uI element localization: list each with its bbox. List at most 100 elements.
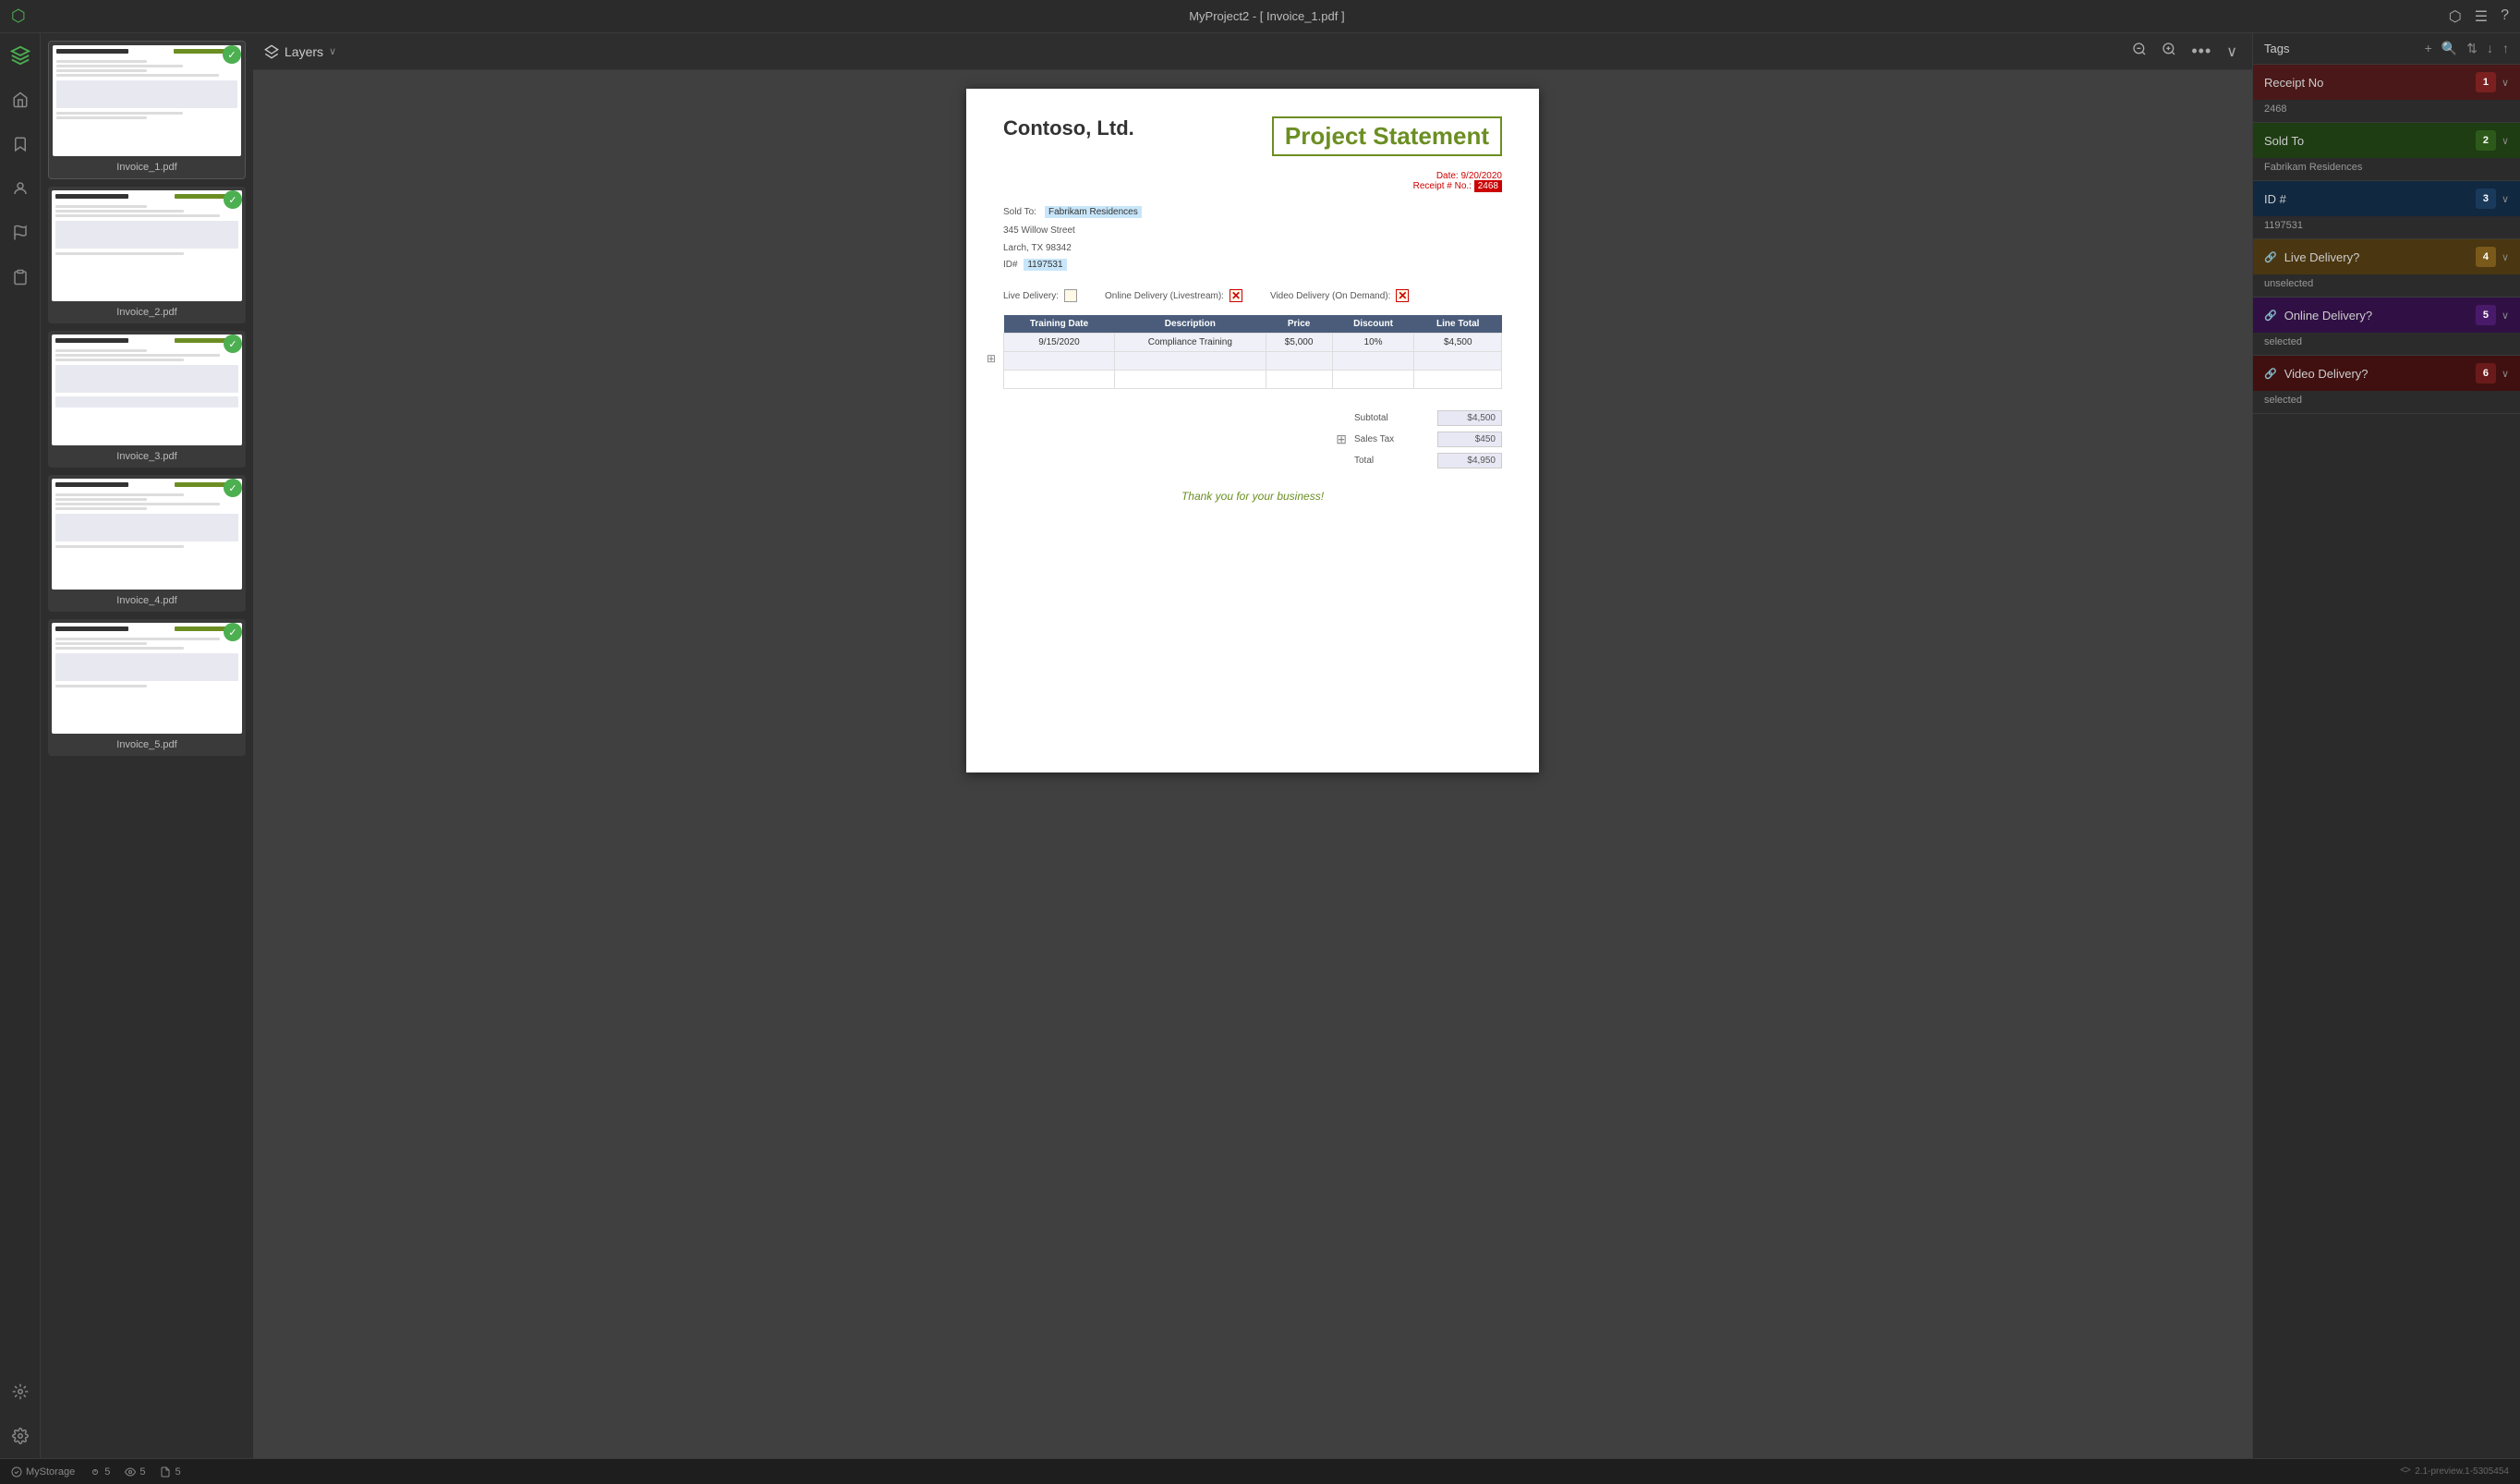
sold-to-section: Sold To: Fabrikam Residences 345 Willow … bbox=[1003, 206, 1502, 271]
thumbnail-label: Invoice_5.pdf bbox=[52, 737, 242, 752]
invoice-meta: Date: 9/20/2020 Receipt # No.: 2468 bbox=[1003, 171, 1502, 191]
tag-row-sold-to[interactable]: Sold To 2 ∨ bbox=[2253, 123, 2520, 158]
cell-discount: 10% bbox=[1332, 334, 1414, 352]
count1-value: 5 bbox=[104, 1466, 110, 1478]
help-icon[interactable]: ? bbox=[2501, 7, 2509, 26]
badge-icon: ✓ bbox=[224, 623, 242, 641]
receipt-tag-value: 2468 bbox=[2253, 100, 2520, 122]
video-delivery-checkbox[interactable]: ✕ bbox=[1396, 289, 1409, 302]
toolbar: Layers ∨ ••• ∨ bbox=[253, 33, 2252, 70]
count1-item: 5 bbox=[90, 1466, 110, 1478]
table-row bbox=[1004, 371, 1502, 389]
download-tag-icon[interactable]: ↓ bbox=[2487, 41, 2493, 56]
tag-item-sold-to: Sold To 2 ∨ Fabrikam Residences bbox=[2253, 123, 2520, 181]
live-tag-value: unselected bbox=[2253, 274, 2520, 297]
soldto-tag-chevron-icon[interactable]: ∨ bbox=[2502, 135, 2509, 147]
count2-value: 5 bbox=[139, 1466, 145, 1478]
more-options-button[interactable]: ••• bbox=[2187, 38, 2215, 65]
soldto-tag-label: Sold To bbox=[2264, 134, 2304, 148]
online-tag-chevron-icon[interactable]: ∨ bbox=[2502, 310, 2509, 322]
video-tag-chevron-icon[interactable]: ∨ bbox=[2502, 368, 2509, 380]
totals-icon: ⊞ bbox=[1336, 432, 1347, 447]
add-tag-icon[interactable]: + bbox=[2425, 41, 2432, 56]
sales-tax-row: Sales Tax $450 bbox=[1354, 429, 1502, 450]
window-title: MyProject2 - [ Invoice_1.pdf ] bbox=[85, 9, 2449, 23]
search-tag-icon[interactable]: 🔍 bbox=[2441, 41, 2457, 56]
cell-date: 9/15/2020 bbox=[1004, 334, 1115, 352]
live-link-icon: 🔗 bbox=[2264, 251, 2277, 263]
tag-item-online: 🔗 Online Delivery? 5 ∨ selected bbox=[2253, 298, 2520, 356]
thumbnail-item[interactable]: ✓ Invoice_5.pdf bbox=[48, 619, 246, 756]
col-header-line-total: Line Total bbox=[1414, 315, 1502, 334]
share-icon[interactable]: ⬡ bbox=[2449, 7, 2462, 26]
video-delivery-item: Video Delivery (On Demand): ✕ bbox=[1270, 289, 1409, 302]
thumbnail-item[interactable]: ✓ Invoice_2.pdf bbox=[48, 187, 246, 323]
col-header-description: Description bbox=[1115, 315, 1266, 334]
version-text: 2.1-preview.1-5305454 bbox=[2415, 1466, 2509, 1477]
layout-icon[interactable]: ☰ bbox=[2475, 7, 2488, 26]
tag-number-id: 3 bbox=[2476, 189, 2496, 209]
tag-item-id: ID # 3 ∨ 1197531 bbox=[2253, 181, 2520, 239]
tag-row-video[interactable]: 🔗 Video Delivery? 6 ∨ bbox=[2253, 356, 2520, 391]
cell-description: Compliance Training bbox=[1115, 334, 1266, 352]
tag-row-live[interactable]: 🔗 Live Delivery? 4 ∨ bbox=[2253, 239, 2520, 274]
id-value: 1197531 bbox=[1024, 259, 1066, 271]
online-tag-label: Online Delivery? bbox=[2284, 309, 2372, 322]
badge-icon: ✓ bbox=[224, 479, 242, 497]
thumbnail-item[interactable]: ✓ Invoice_4.pdf bbox=[48, 475, 246, 612]
online-link-icon: 🔗 bbox=[2264, 310, 2277, 322]
panel-toggle-button[interactable]: ∨ bbox=[2223, 39, 2241, 65]
thumbnail-item[interactable]: ✓ Invoice_1.pdf bbox=[48, 41, 246, 179]
table-row: 9/15/2020 Compliance Training $5,000 10%… bbox=[1004, 334, 1502, 352]
version-item: 2.1-preview.1-5305454 bbox=[2400, 1466, 2509, 1478]
top-bar: ⬡ MyProject2 - [ Invoice_1.pdf ] ⬡ ☰ ? bbox=[0, 0, 2520, 33]
tag-row-id[interactable]: ID # 3 ∨ bbox=[2253, 181, 2520, 216]
id-tag-chevron-icon[interactable]: ∨ bbox=[2502, 193, 2509, 205]
storage-item[interactable]: MyStorage bbox=[11, 1466, 75, 1478]
online-delivery-label: Online Delivery (Livestream): bbox=[1105, 291, 1224, 301]
receipt-tag-chevron-icon[interactable]: ∨ bbox=[2502, 77, 2509, 89]
live-tag-chevron-icon[interactable]: ∨ bbox=[2502, 251, 2509, 263]
thumbnail-item[interactable]: ✓ Invoice_3.pdf bbox=[48, 331, 246, 468]
app-logo-icon bbox=[6, 41, 35, 70]
thumbnails-panel: ✓ Invoice_1.pdf bbox=[41, 33, 253, 1458]
layers-button[interactable]: Layers ∨ bbox=[264, 44, 336, 59]
tag-row-receipt[interactable]: Receipt No 1 ∨ bbox=[2253, 65, 2520, 100]
thumbnail-label: Invoice_3.pdf bbox=[52, 449, 242, 464]
upload-tag-icon[interactable]: ↑ bbox=[2502, 41, 2509, 56]
bookmark-icon[interactable] bbox=[6, 129, 35, 159]
sold-to-name: Fabrikam Residences bbox=[1045, 206, 1142, 218]
badge-icon: ✓ bbox=[224, 190, 242, 209]
logo-icon: ⬡ bbox=[11, 6, 26, 26]
people-icon[interactable] bbox=[6, 174, 35, 203]
video-delivery-label: Video Delivery (On Demand): bbox=[1270, 291, 1390, 301]
flag-icon[interactable] bbox=[6, 218, 35, 248]
zoom-out-button[interactable] bbox=[2128, 38, 2150, 65]
id-line: ID# 1197531 bbox=[1003, 259, 1142, 271]
home-icon[interactable] bbox=[6, 85, 35, 115]
tag-number-receipt: 1 bbox=[2476, 72, 2496, 92]
thumbnail-label: Invoice_4.pdf bbox=[52, 593, 242, 608]
cell-total: $4,500 bbox=[1414, 334, 1502, 352]
plugin-icon[interactable] bbox=[6, 1377, 35, 1406]
tag-number-live: 4 bbox=[2476, 247, 2496, 267]
zoom-in-button[interactable] bbox=[2158, 38, 2180, 65]
sold-to-label: Sold To: bbox=[1003, 207, 1036, 217]
settings-icon[interactable] bbox=[6, 1421, 35, 1451]
layers-chevron-icon: ∨ bbox=[329, 45, 336, 57]
thank-you-text: Thank you for your business! bbox=[1003, 490, 1502, 503]
receipt-tag-label: Receipt No bbox=[2264, 76, 2323, 90]
document-viewer: Contoso, Ltd. Project Statement Date: 9/… bbox=[253, 70, 2252, 1458]
live-delivery-checkbox[interactable] bbox=[1064, 289, 1077, 302]
tag-row-online[interactable]: 🔗 Online Delivery? 5 ∨ bbox=[2253, 298, 2520, 333]
sales-tax-value: $450 bbox=[1437, 432, 1502, 447]
layers-label: Layers bbox=[285, 44, 323, 59]
col-header-price: Price bbox=[1266, 315, 1332, 334]
delivery-section: Live Delivery: Online Delivery (Livestre… bbox=[1003, 289, 1502, 302]
content-area: Layers ∨ ••• ∨ Contoso, Ltd. bbox=[253, 33, 2252, 1458]
main-layout: ✓ Invoice_1.pdf bbox=[0, 33, 2520, 1458]
tag-number-online: 5 bbox=[2476, 305, 2496, 325]
online-delivery-checkbox[interactable]: ✕ bbox=[1230, 289, 1242, 302]
sort-tag-icon[interactable]: ⇅ bbox=[2466, 41, 2478, 56]
clipboard-icon[interactable] bbox=[6, 262, 35, 292]
